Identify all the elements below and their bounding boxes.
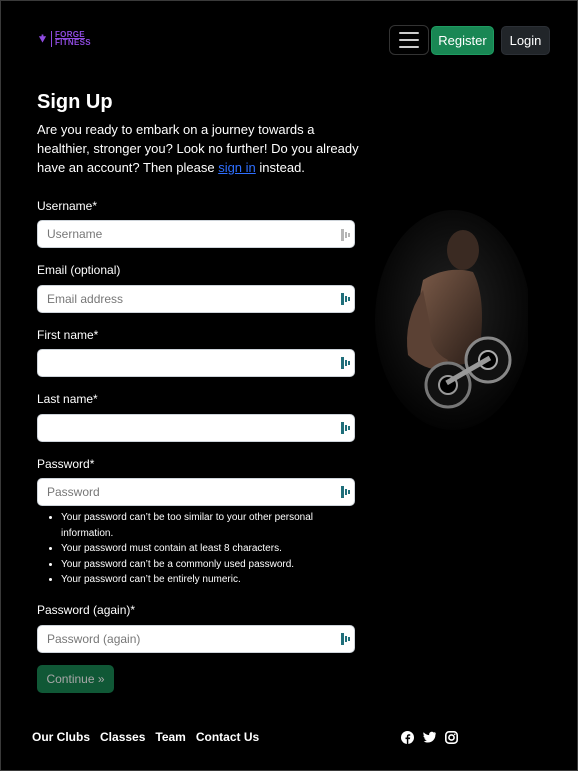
email-input[interactable] (37, 285, 355, 313)
first-name-label: First name* (37, 328, 99, 342)
username-label: Username* (37, 199, 98, 213)
footer-nav: Our Clubs Classes Team Contact Us (32, 730, 259, 744)
login-button[interactable]: Login (501, 26, 550, 55)
instagram-icon[interactable] (445, 731, 458, 744)
intro-text: Are you ready to embark on a journey tow… (37, 120, 367, 177)
password-manager-icon[interactable] (341, 229, 351, 241)
last-name-label: Last name* (37, 392, 98, 406)
password-help-item: Your password can’t be too similar to yo… (61, 510, 351, 541)
brand-name: FORGE FITNESS (51, 31, 91, 47)
footer-link-classes[interactable]: Classes (100, 730, 145, 744)
password-help-item: Your password can’t be entirely numeric. (61, 572, 351, 588)
password-again-label: Password (again)* (37, 603, 136, 617)
last-name-input[interactable] (37, 414, 355, 442)
password-help-item: Your password can’t be a commonly used p… (61, 557, 351, 573)
facebook-icon[interactable] (401, 731, 414, 744)
password-manager-icon[interactable] (341, 486, 351, 498)
athlete-image (375, 210, 528, 430)
email-label: Email (optional) (37, 263, 121, 277)
brand-logo[interactable]: FORGE FITNESS (38, 31, 91, 47)
dumbbell-logo-icon (38, 34, 47, 43)
password-manager-icon[interactable] (341, 633, 351, 645)
username-input[interactable] (37, 220, 355, 248)
footer-link-our-clubs[interactable]: Our Clubs (32, 730, 90, 744)
social-links (401, 731, 458, 744)
register-button[interactable]: Register (431, 26, 494, 55)
intro-text-after: instead. (255, 160, 305, 175)
password-manager-icon[interactable] (341, 357, 351, 369)
twitter-icon[interactable] (423, 731, 436, 744)
page-title: Sign Up (37, 91, 113, 113)
password-input[interactable] (37, 478, 355, 506)
password-help-item: Your password must contain at least 8 ch… (61, 541, 351, 557)
footer-link-team[interactable]: Team (155, 730, 185, 744)
password-manager-icon[interactable] (341, 293, 351, 305)
menu-toggle-button[interactable] (389, 25, 429, 55)
password-label: Password* (37, 457, 95, 471)
brand-line-2: FITNESS (55, 38, 91, 47)
password-manager-icon[interactable] (341, 422, 351, 434)
password-again-input[interactable] (37, 625, 355, 653)
hamburger-icon (399, 32, 419, 34)
first-name-input[interactable] (37, 349, 355, 377)
intro-text-before: Are you ready to embark on a journey tow… (37, 122, 359, 175)
sign-in-link[interactable]: sign in (218, 160, 256, 175)
footer-link-contact-us[interactable]: Contact Us (196, 730, 259, 744)
continue-button[interactable]: Continue » (37, 665, 114, 693)
password-help-list: Your password can’t be too similar to yo… (37, 510, 351, 588)
